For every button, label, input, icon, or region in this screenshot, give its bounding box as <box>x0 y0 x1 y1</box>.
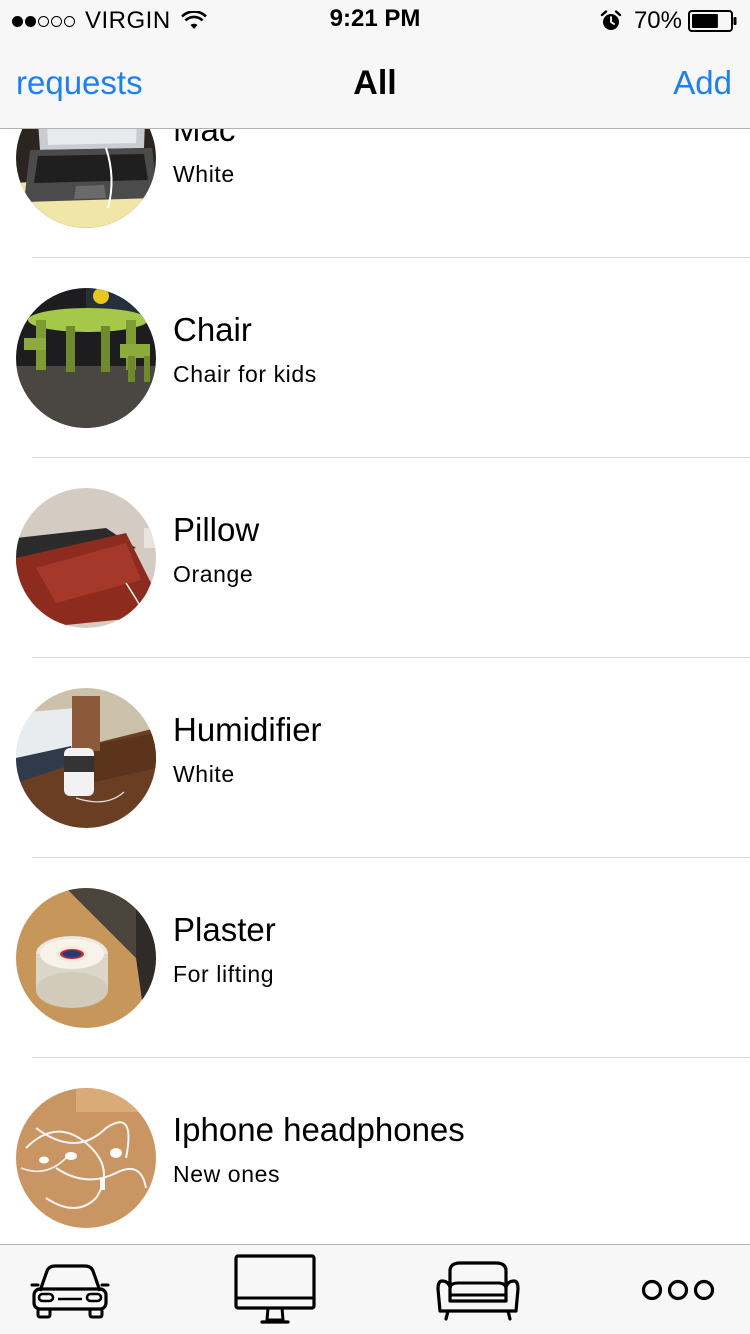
list-item[interactable]: Chair Chair for kids <box>0 258 750 458</box>
item-subtitle: White <box>173 761 235 787</box>
add-button[interactable]: Add <box>673 64 732 102</box>
tab-cars[interactable] <box>0 1245 140 1334</box>
item-photo <box>16 688 156 828</box>
item-subtitle: Orange <box>173 561 254 587</box>
navigation-bar: requests All Add <box>0 40 750 129</box>
car-icon <box>30 1263 110 1318</box>
requests-button[interactable]: requests <box>16 64 143 102</box>
item-title: Humidifier <box>173 711 322 748</box>
item-list: Mac White Chair Chair for kids Pillow Or… <box>0 129 750 1244</box>
list-item[interactable]: Mac White <box>0 129 750 258</box>
item-subtitle: White <box>173 161 235 187</box>
monitor-icon <box>234 1253 316 1324</box>
battery-icon <box>688 10 737 32</box>
list-item[interactable]: Pillow Orange <box>0 458 750 658</box>
item-title: Chair <box>173 311 252 348</box>
item-subtitle: New ones <box>173 1161 281 1187</box>
tab-electronics[interactable] <box>205 1245 345 1334</box>
item-photo <box>16 1088 156 1228</box>
item-photo <box>16 288 156 428</box>
tab-more[interactable] <box>608 1245 748 1334</box>
status-bar: VIRGIN 9:21 PM 70% <box>0 0 750 40</box>
tab-furniture[interactable] <box>408 1245 548 1334</box>
item-subtitle: For lifting <box>173 961 275 987</box>
sofa-icon <box>436 1260 520 1321</box>
item-title: Mac <box>173 129 236 148</box>
list-item[interactable]: Humidifier White <box>0 658 750 858</box>
item-title: Iphone headphones <box>173 1111 465 1148</box>
item-photo <box>16 488 156 628</box>
item-title: Pillow <box>173 511 260 548</box>
screen: VIRGIN 9:21 PM 70% requests All Add Mac … <box>0 0 750 1334</box>
tab-bar <box>0 1244 750 1334</box>
item-photo <box>16 129 156 228</box>
list-item[interactable]: Plaster For lifting <box>0 858 750 1058</box>
item-photo <box>16 888 156 1028</box>
item-subtitle: Chair for kids <box>173 361 317 387</box>
item-title: Plaster <box>173 911 276 948</box>
battery-percent: 70% <box>633 7 682 34</box>
alarm-icon <box>600 10 622 30</box>
status-right: 70% <box>600 6 738 36</box>
more-icon <box>641 1279 715 1300</box>
item-list-viewport[interactable]: Mac White Chair Chair for kids Pillow Or… <box>0 129 750 1244</box>
list-item[interactable]: Iphone headphones New ones <box>0 1058 750 1244</box>
